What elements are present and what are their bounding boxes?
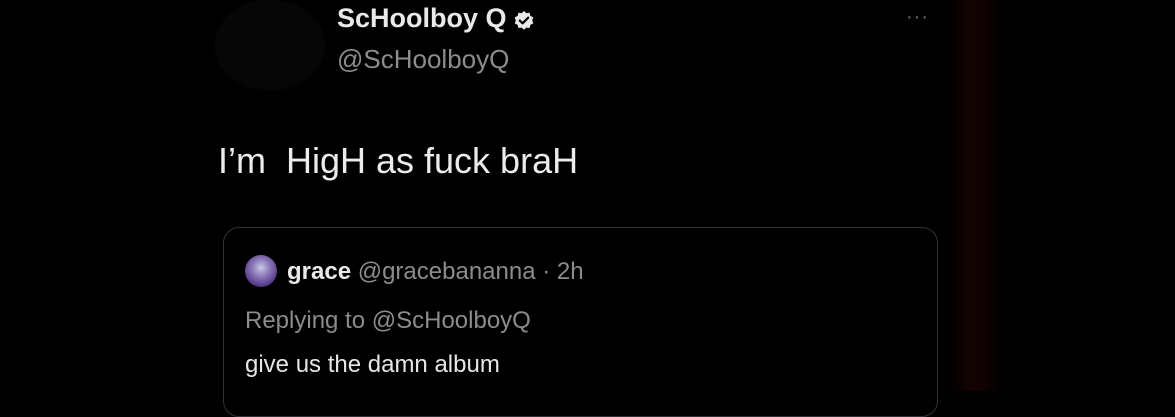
- quoted-tweet-time[interactable]: 2h: [557, 258, 584, 285]
- more-options-icon[interactable]: ···: [906, 6, 929, 29]
- author-handle[interactable]: @ScHoolboyQ: [337, 44, 509, 75]
- tweet-text: I’m HigH as fuck braH: [218, 140, 579, 181]
- quoted-author-name[interactable]: grace: [287, 258, 351, 285]
- quoted-author-handle[interactable]: @gracebananna: [358, 258, 536, 285]
- quoted-author-avatar[interactable]: [245, 255, 277, 287]
- separator-dot: ·: [535, 258, 557, 285]
- author-name[interactable]: ScHoolboy Q: [337, 3, 507, 34]
- author-name-row[interactable]: ScHoolboy Q: [337, 3, 535, 34]
- replying-to-label: Replying to @ScHoolboyQ: [245, 307, 531, 334]
- verified-badge-icon: [513, 8, 535, 30]
- quoted-tweet-header: grace @gracebananna · 2h: [287, 258, 584, 286]
- background-glow: [945, 0, 1005, 391]
- author-avatar[interactable]: [215, 0, 325, 90]
- quoted-tweet-text: give us the damn album: [245, 351, 500, 378]
